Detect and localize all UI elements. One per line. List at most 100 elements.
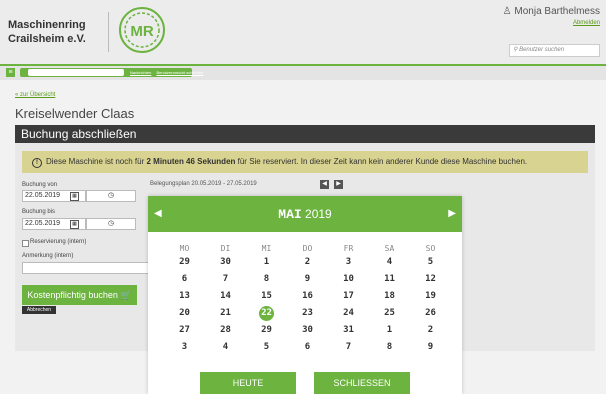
day-cell[interactable]: 8	[246, 271, 287, 288]
day-cell[interactable]: 1	[369, 322, 410, 339]
day-cell[interactable]: 23	[287, 305, 328, 322]
day-cell-selected[interactable]: 22	[246, 305, 287, 322]
section-header: Buchung abschließen	[15, 125, 595, 143]
occupancy-plan-label: Belegungsplan 20.05.2019 - 27.05.2019	[150, 181, 257, 187]
day-cell[interactable]: 21	[205, 305, 246, 322]
day-cell[interactable]: 10	[328, 271, 369, 288]
day-cell[interactable]: 8	[369, 339, 410, 356]
close-button[interactable]: SCHLIESSEN	[314, 372, 410, 394]
day-cell[interactable]: 2	[287, 254, 328, 271]
user-search-input[interactable]: ⚲ Benutzer suchen	[509, 44, 600, 57]
emblem-text: MR	[130, 23, 153, 40]
nav-link-messages[interactable]: Nachrichten	[130, 70, 151, 75]
week-row: 20 21 22 23 24 25 26	[148, 305, 462, 322]
day-cell[interactable]: 29	[164, 254, 205, 271]
day-cell[interactable]: 7	[205, 271, 246, 288]
date-picker: MAI 2019 ◀ ▶ MO DI MI DO FR SA SO 29 30 1 2 3 4 5 67…	[148, 196, 462, 394]
month-title: MAI 2019	[148, 196, 462, 232]
day-cell[interactable]: 15	[246, 288, 287, 305]
weekday-label: FR	[343, 244, 354, 253]
selected-day: 22	[259, 306, 274, 321]
org-name-line2: Crailsheim e.V.	[8, 33, 86, 45]
today-button[interactable]: HEUTE	[200, 372, 296, 394]
day-cell[interactable]: 7	[328, 339, 369, 356]
note-input[interactable]	[22, 262, 154, 274]
day-cell[interactable]: 28	[205, 322, 246, 339]
alert-suffix: für Sie reserviert. In dieser Zeit kann …	[235, 157, 528, 166]
day-cell[interactable]: 29	[246, 322, 287, 339]
day-cell[interactable]: 31	[328, 322, 369, 339]
reservation-label: Reservierung (intern)	[30, 239, 87, 245]
to-label: Buchung bis	[22, 209, 56, 215]
reservation-alert: ! Diese Maschine ist noch für 2 Minuten 4…	[22, 151, 588, 173]
weekday-label: MI	[261, 244, 272, 253]
day-cell[interactable]: 3	[328, 254, 369, 271]
user-name: Monja Barthelmess	[514, 6, 600, 17]
weekday-label: MO	[179, 244, 190, 253]
nav-box: Nachrichten Benutzeransicht schließen	[20, 68, 203, 77]
menu-icon[interactable]: ≡	[6, 68, 15, 77]
day-cell[interactable]: 13	[164, 288, 205, 305]
day-cell[interactable]: 17	[328, 288, 369, 305]
org-name: Maschinenring Crailsheim e.V.	[8, 18, 86, 46]
day-cell[interactable]: 19	[410, 288, 451, 305]
day-cell[interactable]: 1	[246, 254, 287, 271]
week-row: 29 30 1 2 3 4 5	[148, 254, 462, 271]
day-cell[interactable]: 2	[410, 322, 451, 339]
week-row: 6 7 8 9 10 11 12	[148, 271, 462, 288]
weekday-label: SA	[384, 244, 395, 253]
logo-divider	[108, 12, 109, 52]
user-icon: ♙	[502, 6, 515, 17]
day-cell[interactable]: 16	[287, 288, 328, 305]
day-cell[interactable]: 24	[328, 305, 369, 322]
day-cell[interactable]: 12	[410, 271, 451, 288]
prev-month-icon[interactable]: ◀	[154, 196, 162, 232]
day-cell[interactable]: 20	[164, 305, 205, 322]
day-cell[interactable]: 9	[287, 271, 328, 288]
day-cell[interactable]: 25	[369, 305, 410, 322]
day-cell[interactable]: 18	[369, 288, 410, 305]
day-cell[interactable]: 27	[164, 322, 205, 339]
day-cell[interactable]: 4	[205, 339, 246, 356]
user-search-placeholder: Benutzer suchen	[519, 47, 565, 53]
cancel-button[interactable]: Abbrechen	[22, 306, 56, 314]
logout-link[interactable]: Abmelden	[503, 20, 600, 26]
reservation-checkbox[interactable]	[22, 240, 29, 247]
from-time-input[interactable]: ◷	[86, 190, 136, 202]
day-cell[interactable]: 3	[164, 339, 205, 356]
nav-link-close-user-view[interactable]: Benutzeransicht schließen	[156, 70, 203, 75]
plan-prev-button[interactable]: ◀	[320, 180, 329, 189]
next-month-icon[interactable]: ▶	[448, 196, 456, 232]
day-cell[interactable]: 30	[205, 254, 246, 271]
day-cell[interactable]: 14	[205, 288, 246, 305]
calendar-icon[interactable]: ▦	[70, 220, 79, 229]
day-cell[interactable]: 11	[369, 271, 410, 288]
weekday-label: DI	[220, 244, 231, 253]
clock-icon: ◷	[107, 192, 115, 199]
day-cell[interactable]: 6	[164, 271, 205, 288]
day-grid: 29 30 1 2 3 4 5 6 7 8 9 10 11 12 13 14 15 16 17 18 19 20 21…	[148, 254, 462, 356]
day-cell[interactable]: 4	[369, 254, 410, 271]
mr-logo: MR	[119, 7, 165, 53]
plan-next-button[interactable]: ▶	[334, 180, 343, 189]
day-cell[interactable]: 6	[287, 339, 328, 356]
note-label: Anmerkung (intern)	[22, 253, 74, 259]
alert-prefix: Diese Maschine ist noch für	[46, 157, 147, 166]
to-time-input[interactable]: ◷	[86, 218, 136, 230]
back-link[interactable]: « zur Übersicht	[15, 92, 55, 98]
book-button[interactable]: Kostenpflichtig buchen 🛒	[22, 285, 137, 305]
nav-search-field[interactable]	[28, 69, 124, 76]
weekday-label: SO	[425, 244, 436, 253]
alert-time: 2 Minuten 46 Sekunden	[146, 157, 236, 166]
day-cell[interactable]: 5	[246, 339, 287, 356]
date-picker-footer: HEUTE SCHLIESSEN	[148, 372, 462, 394]
day-cell[interactable]: 9	[410, 339, 451, 356]
book-button-label: Kostenpflichtig buchen	[27, 290, 118, 300]
day-cell[interactable]: 26	[410, 305, 451, 322]
day-cell[interactable]: 30	[287, 322, 328, 339]
top-header: Maschinenring Crailsheim e.V. MR ♙ Monja…	[0, 0, 606, 64]
day-cell[interactable]: 5	[410, 254, 451, 271]
org-name-line1: Maschinenring	[8, 19, 86, 31]
year: 2019	[305, 207, 332, 221]
calendar-icon[interactable]: ▦	[70, 192, 79, 201]
